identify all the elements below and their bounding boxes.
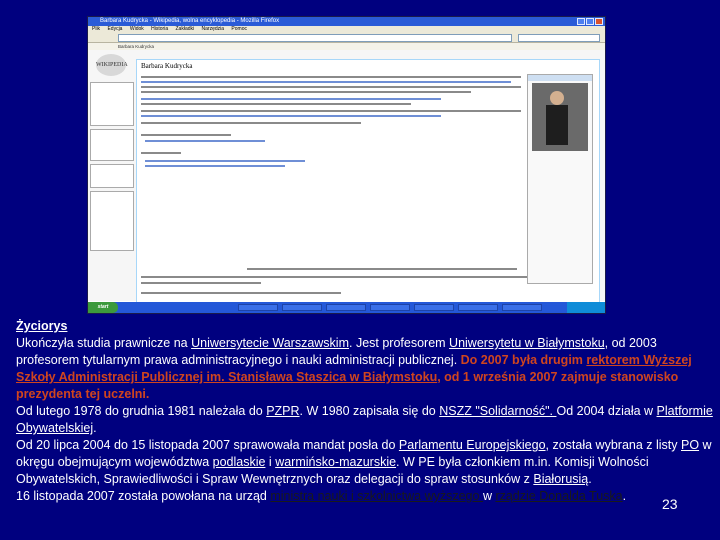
text-line: [247, 268, 517, 270]
article-content: Barbara Kudrycka: [136, 59, 600, 303]
text-line: [145, 165, 285, 167]
menu-item-historia[interactable]: Historia: [151, 26, 168, 32]
link-warminsko-mazurskie[interactable]: warmińsko-mazurskie: [275, 455, 396, 469]
text-line: [141, 103, 411, 105]
taskbar-item[interactable]: [326, 304, 366, 311]
portrait-photo: [532, 83, 588, 151]
search-box[interactable]: [518, 34, 600, 42]
article-title: Barbara Kudrycka: [141, 62, 193, 70]
link-parlament-europejski[interactable]: Parlamentu Europejskiego: [399, 438, 546, 452]
maximize-button[interactable]: [586, 18, 594, 25]
text-line: [141, 98, 441, 100]
nav-toolbar: [88, 33, 605, 43]
text-line: [145, 140, 265, 142]
tab-article[interactable]: Barbara Kudrycka: [118, 44, 154, 49]
text-line: [141, 134, 231, 136]
menu-item-widok[interactable]: Widok: [130, 26, 144, 32]
wiki-sidebar: [90, 82, 134, 254]
infobox-header: [528, 75, 592, 81]
text-line: [145, 160, 305, 162]
menu-bar: Plik Edycja Widok Historia Zakładki Narz…: [88, 26, 605, 33]
taskbar-item[interactable]: [282, 304, 322, 311]
link-rzad-tuska[interactable]: rządzie Donalda Tuska: [495, 489, 622, 503]
infobox: [527, 74, 593, 284]
text-line: [141, 91, 471, 93]
paragraph-european-parliament: Od 20 lipca 2004 do 15 listopada 2007 sp…: [16, 438, 712, 486]
text-line: [141, 122, 361, 124]
link-solidarnosc[interactable]: NSZZ "Solidarność".: [439, 404, 556, 418]
address-bar[interactable]: [118, 34, 512, 42]
biography-text: Życiorys Ukończyła studia prawnicze na U…: [16, 318, 716, 505]
paragraph-education: Ukończyła studia prawnicze na Uniwersyte…: [16, 336, 692, 401]
menu-item-edycja[interactable]: Edycja: [107, 26, 122, 32]
taskbar: start: [88, 302, 605, 313]
sidebar-nav-box[interactable]: [90, 82, 134, 126]
menu-item-pomoc[interactable]: Pomoc: [231, 26, 247, 32]
text-line: [141, 86, 521, 88]
link-podlaskie[interactable]: podlaskie: [213, 455, 266, 469]
wiki-page: WIKIPEDIA Barbara Kudrycka: [88, 50, 605, 303]
text-line: [141, 81, 511, 83]
text-line: [141, 152, 181, 154]
taskbar-item[interactable]: [458, 304, 498, 311]
menu-item-zakladki[interactable]: Zakładki: [176, 26, 195, 32]
system-tray: [567, 302, 605, 313]
section-heading: Życiorys: [16, 319, 68, 333]
link-minister-nauki[interactable]: ministra nauki i szkolnictwa wyższego: [270, 489, 483, 503]
taskbar-item[interactable]: [238, 304, 278, 311]
browser-screenshot: Barbara Kudrycka - Wikipedia, wolna ency…: [87, 16, 606, 314]
text-line: [141, 292, 341, 294]
text-line: [141, 115, 441, 117]
sidebar-tools-box[interactable]: [90, 191, 134, 251]
start-button[interactable]: start: [88, 302, 118, 313]
sidebar-search-box[interactable]: [90, 164, 134, 188]
window-titlebar: Barbara Kudrycka - Wikipedia, wolna ency…: [88, 17, 605, 26]
link-uniwersytet-bialystok[interactable]: Uniwersytetu w Białymstoku: [449, 336, 605, 350]
paragraph-minister: 16 listopada 2007 została powołana na ur…: [16, 489, 627, 503]
sidebar-interaction-box[interactable]: [90, 129, 134, 161]
text-line: [141, 110, 521, 112]
link-uniwersytet-warszawski[interactable]: Uniwersytecie Warszawskim: [191, 336, 349, 350]
page-number: 23: [662, 496, 678, 512]
link-bialorus[interactable]: Białorusią: [533, 472, 588, 486]
text-line: [141, 76, 521, 78]
wikipedia-logo[interactable]: WIKIPEDIA: [96, 54, 128, 76]
taskbar-item[interactable]: [414, 304, 454, 311]
link-pzpr[interactable]: PZPR: [266, 404, 299, 418]
menu-item-narzedzia[interactable]: Narzędzia: [202, 26, 225, 32]
taskbar-item[interactable]: [502, 304, 542, 311]
minimize-button[interactable]: [577, 18, 585, 25]
text-line: [141, 276, 581, 278]
link-po[interactable]: PO: [681, 438, 699, 452]
menu-item-plik[interactable]: Plik: [92, 26, 100, 32]
taskbar-item[interactable]: [370, 304, 410, 311]
text-line: [141, 282, 261, 284]
paragraph-politics: Od lutego 1978 do grudnia 1981 należała …: [16, 404, 713, 435]
close-button[interactable]: [595, 18, 603, 25]
window-title: Barbara Kudrycka - Wikipedia, wolna ency…: [100, 18, 280, 24]
